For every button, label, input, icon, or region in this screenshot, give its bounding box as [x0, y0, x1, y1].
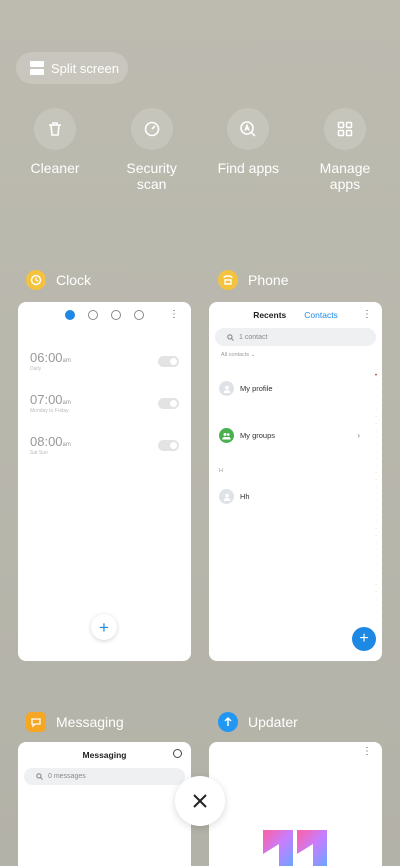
contacts-filter[interactable]: All contacts ⌄	[221, 352, 382, 358]
updater-card-header[interactable]: Updater	[218, 712, 298, 732]
messaging-app-icon	[26, 712, 46, 732]
contact-row-hh[interactable]: Hh	[219, 489, 250, 504]
updater-app-icon	[218, 712, 238, 732]
alarm-time: 08:00am	[30, 434, 71, 449]
split-screen-label: Split screen	[51, 60, 119, 76]
alarm-item[interactable]: 06:00am Daily	[30, 350, 179, 392]
close-all-button[interactable]	[175, 776, 225, 826]
alarm-tab-icon[interactable]	[65, 310, 75, 320]
phone-app-card[interactable]: Recents Contacts ⋮ 1 contact All contact…	[209, 302, 382, 661]
security-scan-label: Security scan	[126, 160, 177, 192]
clock-app-name: Clock	[56, 272, 92, 288]
stopwatch-tab-icon[interactable]	[111, 310, 121, 320]
more-options-icon[interactable]: ⋮	[362, 747, 372, 757]
find-apps-label: Find apps	[217, 160, 280, 176]
avatar-icon	[219, 381, 234, 396]
contacts-search-placeholder: 1 contact	[239, 333, 268, 341]
phone-tabs: Recents Contacts ⋮	[209, 310, 382, 321]
find-apps-icon	[227, 108, 270, 150]
contact-row-my-profile[interactable]: My profile	[219, 381, 273, 396]
tab-recents[interactable]: Recents	[253, 310, 286, 320]
miui-logo-icon	[263, 830, 327, 866]
messaging-app-name: Messaging	[56, 714, 124, 730]
alphabet-index-scrollbar[interactable]: ♥ · · · · · · · · · · · · · · · · · · · · · · · · · · · · · · · · · · ·	[374, 372, 378, 622]
section-header: H	[219, 468, 223, 474]
alarm-time: 06:00am	[30, 350, 71, 365]
alarm-toggle[interactable]	[158, 356, 179, 367]
trash-icon	[34, 108, 76, 150]
manage-apps-button[interactable]: Manage apps	[306, 108, 384, 212]
alarm-repeat: Monday to Friday	[30, 408, 69, 414]
security-icon	[130, 108, 173, 150]
manage-apps-label: Manage apps	[319, 160, 371, 192]
messages-search-input[interactable]: 0 messages	[24, 768, 185, 785]
alarm-repeat: Sat Sun	[30, 450, 48, 456]
quick-tools: Cleaner Security scan Find apps Manage a…	[16, 108, 384, 212]
alarm-time: 07:00am	[30, 392, 71, 407]
split-screen-button[interactable]: Split screen	[16, 52, 128, 84]
alarm-item[interactable]: 07:00am Monday to Friday	[30, 392, 179, 434]
clock-app-card[interactable]: ⋮ 06:00am Daily 07:00am Monday to Friday…	[18, 302, 191, 661]
contact-row-my-groups[interactable]: My groups ›	[219, 428, 360, 443]
settings-icon[interactable]	[173, 749, 182, 758]
split-screen-icon	[30, 61, 44, 75]
group-icon	[219, 428, 234, 443]
security-scan-button[interactable]: Security scan	[113, 108, 191, 212]
more-options-icon[interactable]: ⋮	[169, 310, 179, 320]
timer-tab-icon[interactable]	[134, 310, 144, 320]
avatar-icon	[219, 489, 234, 504]
messages-search-placeholder: 0 messages	[48, 773, 86, 780]
phone-card-header[interactable]: Phone	[218, 270, 288, 290]
messaging-app-card[interactable]: Messaging 0 messages	[18, 742, 191, 866]
contacts-search-input[interactable]: 1 contact	[215, 328, 376, 346]
close-icon	[193, 794, 207, 808]
alarm-toggle[interactable]	[158, 440, 179, 451]
contact-label: My profile	[240, 384, 273, 393]
contact-label: My groups	[240, 431, 276, 440]
phone-app-icon	[218, 270, 238, 290]
chevron-right-icon: ›	[357, 431, 360, 440]
grid-icon	[323, 108, 366, 150]
cleaner-button[interactable]: Cleaner	[16, 108, 94, 212]
updater-app-name: Updater	[248, 714, 298, 730]
messaging-card-header[interactable]: Messaging	[26, 712, 124, 732]
clock-app-icon	[26, 270, 46, 290]
alarm-toggle[interactable]	[158, 398, 179, 409]
alarm-item[interactable]: 08:00am Sat Sun	[30, 434, 179, 476]
find-apps-button[interactable]: Find apps	[209, 108, 287, 212]
clock-card-header[interactable]: Clock	[26, 270, 91, 290]
phone-app-name: Phone	[248, 272, 289, 288]
search-icon	[36, 773, 43, 780]
cleaner-label: Cleaner	[30, 160, 80, 176]
add-contact-button[interactable]: +	[352, 627, 376, 651]
messaging-title: Messaging	[18, 749, 191, 760]
clock-tabs: ⋮	[18, 308, 191, 322]
clock-tab-icon[interactable]	[88, 310, 98, 320]
more-options-icon[interactable]: ⋮	[362, 310, 372, 320]
alarm-repeat: Daily	[30, 366, 42, 372]
updater-app-card[interactable]: ⋮	[209, 742, 382, 866]
add-alarm-button[interactable]: +	[91, 614, 117, 640]
tab-contacts[interactable]: Contacts	[304, 310, 338, 320]
search-icon	[227, 333, 234, 341]
contact-label: Hh	[240, 492, 250, 501]
